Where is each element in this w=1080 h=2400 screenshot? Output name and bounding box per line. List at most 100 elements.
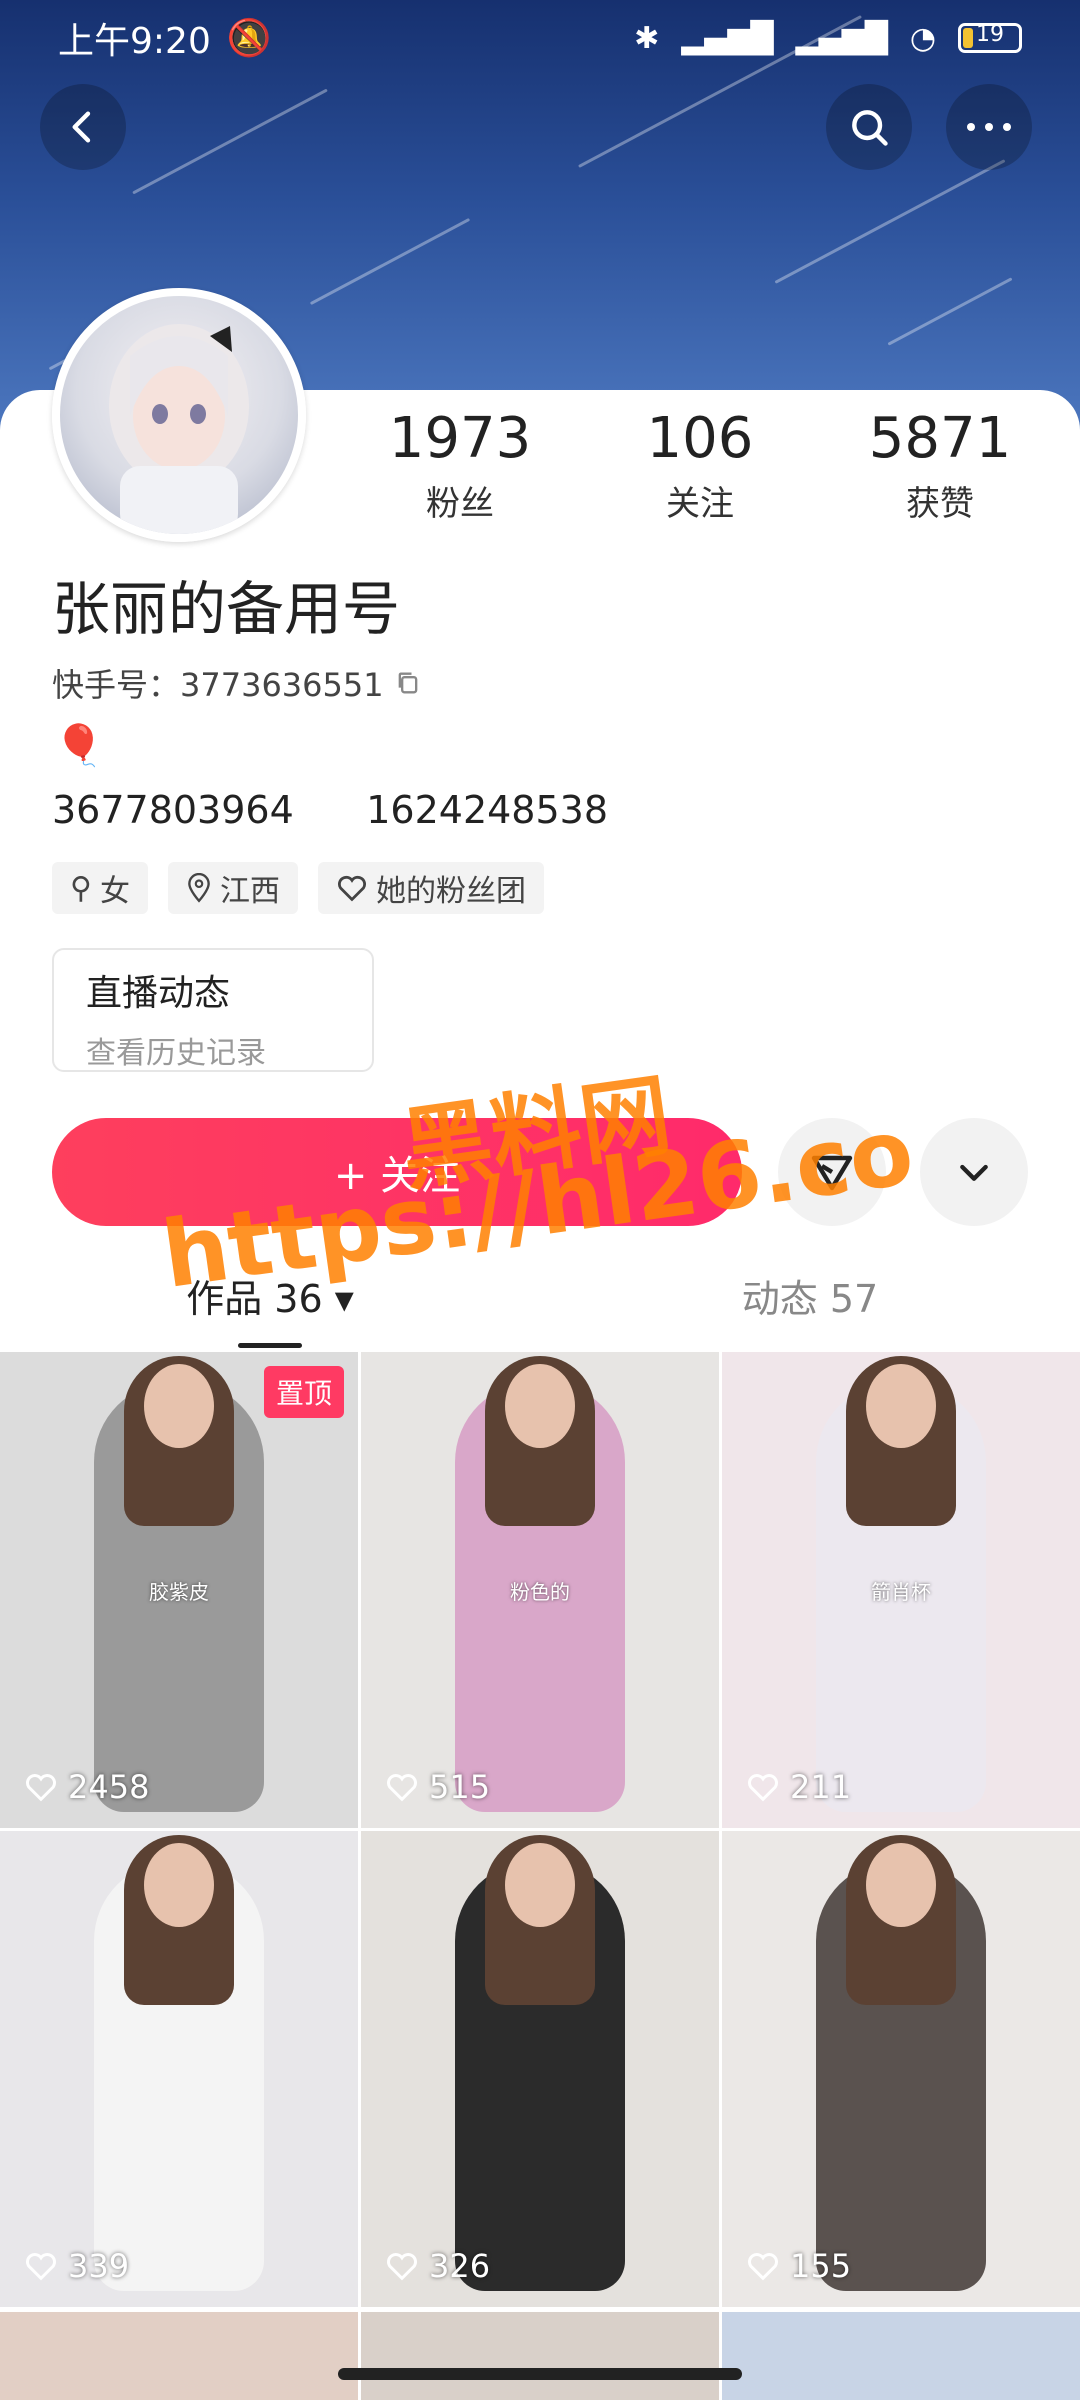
video-thumbnail-head [144,1364,214,1448]
caret-down-icon: ▾ [334,1277,354,1321]
video-tile-partial[interactable] [722,2312,1080,2400]
likes-count: 326 [429,2247,491,2285]
kwai-id-text: 快手号：3773636551 [52,666,384,704]
kwai-id: 快手号：3773636551 [52,660,422,706]
share-button[interactable] [778,1118,886,1226]
video-likes: 211 [746,1768,851,1806]
stat-number: 1973 [388,406,532,471]
stat-label: 关注 [666,483,734,524]
wifi-icon: ◔ [909,20,936,56]
back-button[interactable] [40,84,126,170]
follow-button[interactable]: + 关注 [52,1118,742,1226]
tab-label: 动态 57 [741,1277,879,1321]
stat-label: 获赞 [906,483,974,524]
heart-outline-icon [387,2253,417,2281]
video-thumbnail-head [866,1843,936,1927]
stat-label: 粉丝 [426,483,494,524]
video-caption: 粉色的 [510,1580,570,1604]
expand-button[interactable] [920,1118,1028,1226]
female-icon: ⚲ [70,870,92,906]
video-grid-next-row [0,2312,1080,2400]
tag-location: 江西 [167,862,298,914]
tag-gender: ⚲ 女 [52,862,148,914]
video-tile[interactable]: 326 [361,1831,719,2307]
content-tabs: 作品 36 ▾ 动态 57 [0,1268,1080,1348]
video-tile-partial[interactable] [361,2312,719,2400]
video-tile[interactable]: 胶紫皮 置顶 2458 [0,1352,358,1828]
tag-label: 女 [99,874,130,909]
video-thumbnail-head [505,1843,575,1927]
chevron-left-icon [72,111,91,143]
video-thumbnail-head [144,1843,214,1927]
video-thumbnail-head [866,1364,936,1448]
heart-outline-icon [26,1774,56,1802]
likes-count: 211 [790,1768,852,1806]
more-icon [967,123,1011,131]
live-history-card[interactable]: 直播动态 查看历史记录 [52,948,374,1072]
search-button[interactable] [826,84,912,170]
mute-icon: 🔕 [226,18,272,59]
video-caption: 箭肖杯 [871,1580,931,1604]
tab-moments[interactable]: 动态 57 [540,1268,1080,1348]
copy-icon[interactable] [394,669,422,697]
video-likes: 339 [24,2247,129,2285]
video-tile[interactable]: 粉色的 515 [361,1352,719,1828]
heart-outline-icon [748,1774,778,1802]
bluetooth-icon: ✱ [634,20,660,56]
video-grid: 胶紫皮 置顶 2458 粉色的 515 箭肖杯 211 339 326 155 [0,1352,1080,2307]
heart-outline-icon [387,1774,417,1802]
signal-icon: ▂▄▆█ [681,20,774,56]
send-icon [811,1155,853,1191]
video-likes: 2458 [24,1768,149,1806]
video-tile[interactable]: 339 [0,1831,358,2307]
heart-outline-icon [337,875,366,902]
stat-number: 106 [646,406,754,471]
video-likes: 155 [746,2247,851,2285]
tab-underline [238,1343,302,1348]
profile-bio: 3677803964 1624248538 [52,788,609,832]
stat-following[interactable]: 106 关注 [580,408,820,525]
chevron-down-icon [960,1164,988,1181]
video-thumbnail-head [505,1364,575,1448]
search-icon [852,110,888,146]
stat-number: 5871 [868,406,1012,471]
stat-likes[interactable]: 5871 获赞 [820,408,1060,525]
profile-name: 张丽的备用号 [52,575,401,643]
balloon-icon: 🎈 [54,723,104,769]
battery-level: 19 [976,22,1004,47]
avatar-illustration-icon [109,324,249,534]
likes-count: 515 [429,1768,491,1806]
live-title: 直播动态 [86,973,231,1014]
likes-count: 155 [790,2247,852,2285]
stat-followers[interactable]: 1973 粉丝 [340,408,580,525]
home-indicator[interactable] [338,2368,742,2380]
tag-label: 江西 [219,874,280,909]
tab-label: 作品 36 [186,1277,323,1321]
video-tile[interactable]: 155 [722,1831,1080,2307]
profile-tags: ⚲ 女 江西 她的粉丝团 [52,862,544,914]
heart-outline-icon [26,2253,56,2281]
location-icon [188,873,210,903]
avatar[interactable] [52,288,306,542]
video-tile[interactable]: 箭肖杯 211 [722,1352,1080,1828]
live-subtitle: 查看历史记录 [86,1036,266,1071]
tab-works[interactable]: 作品 36 ▾ [0,1268,540,1348]
status-bar: 上午9:20 🔕 ✱ ▂▄▆█ ▂▄▆█ ◔ 19 [0,0,1080,76]
likes-count: 2458 [68,1768,150,1806]
signal-icon-2: ▂▄▆█ [795,20,888,56]
tag-fan-group[interactable]: 她的粉丝团 [317,862,544,914]
heart-outline-icon [748,2253,778,2281]
tag-label: 她的粉丝团 [375,874,526,909]
status-time: 上午9:20 [58,21,211,62]
profile-page: 上午9:20 🔕 ✱ ▂▄▆█ ▂▄▆█ ◔ 19 1973 粉丝 106 关注… [0,0,1080,2400]
profile-stats: 1973 粉丝 106 关注 5871 获赞 [340,408,1060,525]
video-tile-partial[interactable] [0,2312,358,2400]
video-caption: 胶紫皮 [149,1580,209,1604]
likes-count: 339 [68,2247,130,2285]
battery-icon: 19 [958,22,1022,53]
video-likes: 515 [385,1768,490,1806]
follow-label: + 关注 [333,1153,461,1199]
more-button[interactable] [946,84,1032,170]
video-likes: 326 [385,2247,490,2285]
pinned-badge: 置顶 [263,1366,344,1418]
